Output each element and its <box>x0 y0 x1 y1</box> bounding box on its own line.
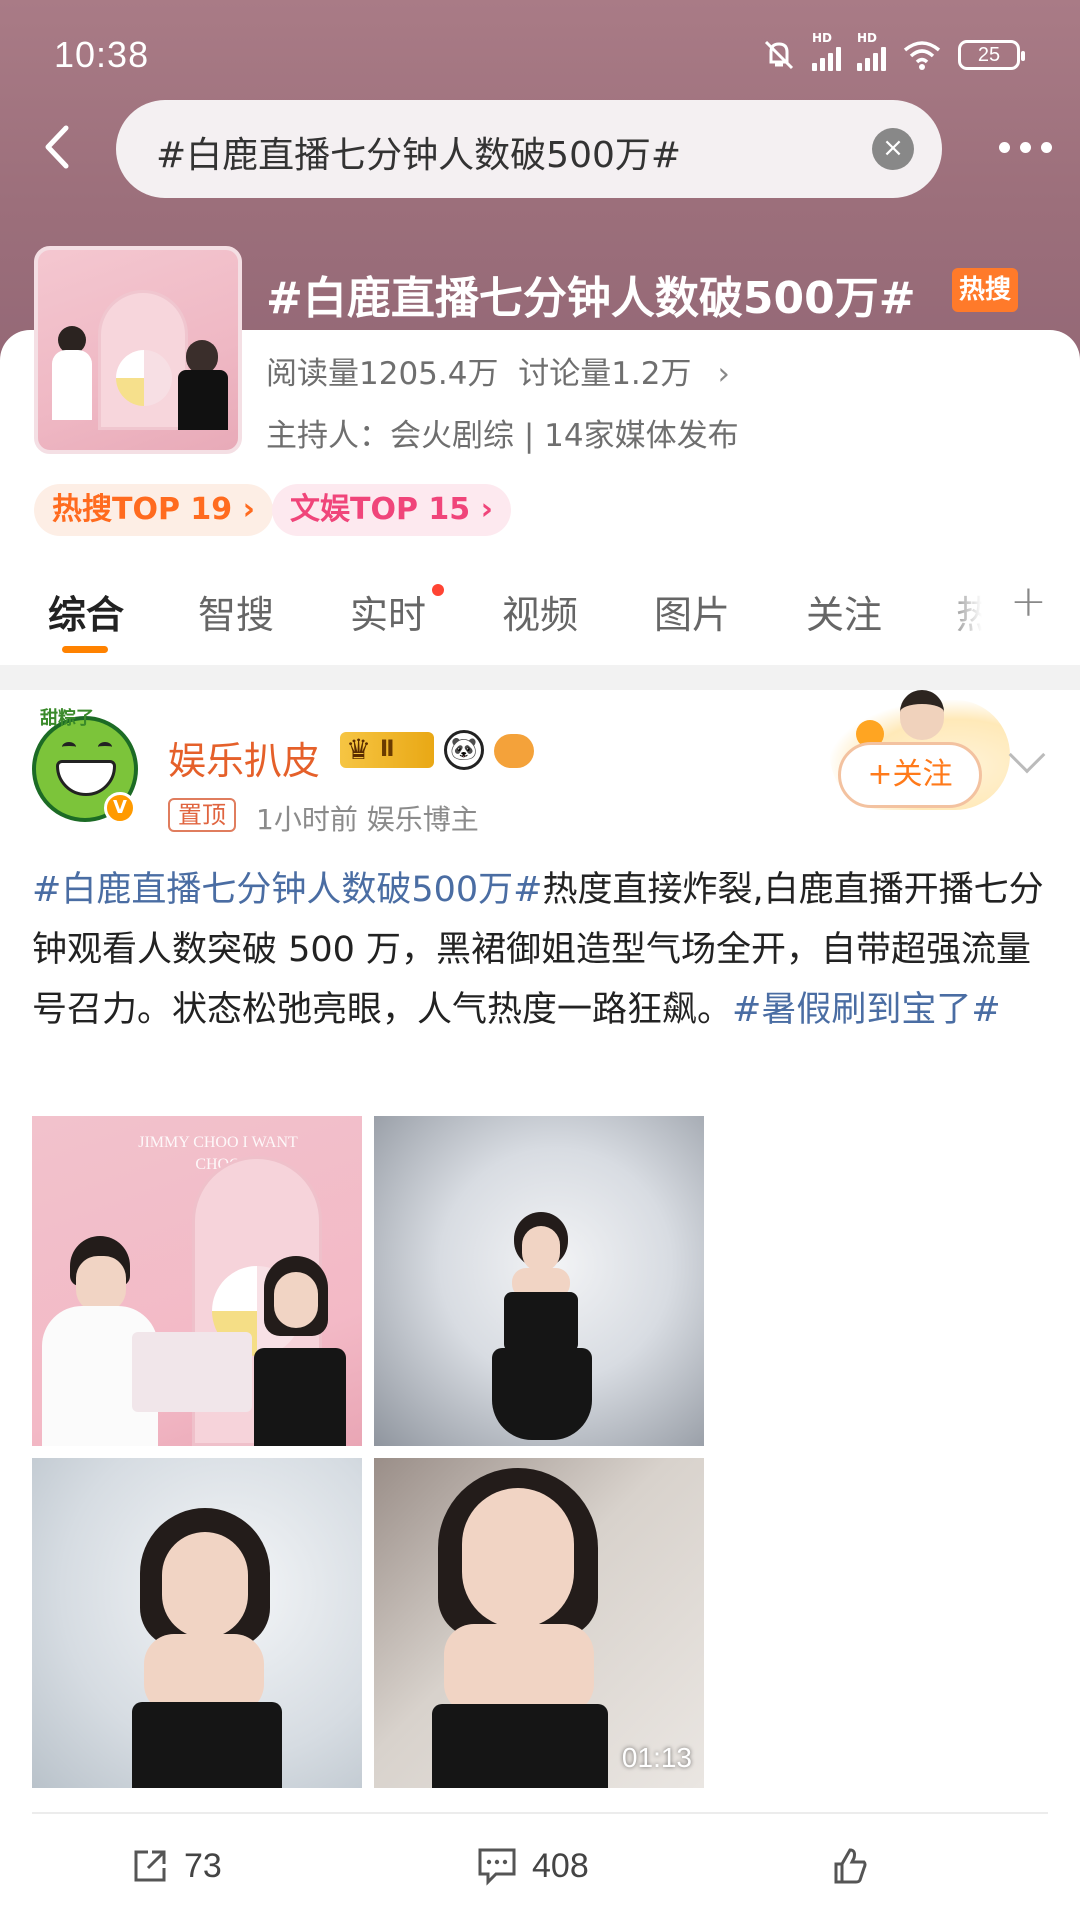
signal-icon-2: HD <box>857 31 886 71</box>
repost-button[interactable]: 73 <box>130 1846 222 1886</box>
divider <box>32 1812 1048 1814</box>
photo-livestream[interactable]: JIMMY CHOO I WANT CHOO <box>32 1116 362 1446</box>
battery-icon: 25 <box>958 40 1025 70</box>
like-icon <box>834 1848 867 1884</box>
video-duration: 01:13 <box>621 1742 692 1773</box>
wifi-icon <box>903 41 941 70</box>
panda-icon: 🐼 <box>444 730 484 770</box>
mute-icon <box>764 40 794 70</box>
active-tab-indicator <box>62 646 108 653</box>
crown-level-icon: Ⅱ <box>340 732 434 768</box>
photo-portrait[interactable] <box>32 1458 362 1788</box>
read-count: 阅读量1205.4万 <box>266 356 499 392</box>
chevron-right-icon: › <box>717 356 730 392</box>
clear-icon[interactable]: × <box>872 128 914 170</box>
video-thumbnail[interactable]: 01:13 <box>374 1458 704 1788</box>
avatar-tag: 甜粽了 <box>40 708 94 729</box>
post-actions: 73 408 <box>0 1840 1080 1900</box>
realtime-dot <box>432 584 444 596</box>
post-card: 甜粽了 V 娱乐扒皮 Ⅱ 🐼 置顶 1小时前 娱乐博主 +关注 #白鹿直播七分钟… <box>0 690 1080 1907</box>
topic-host: 主持人：会火剧综 | 14家媒体发布 <box>266 418 739 454</box>
status-bar: 10:38 HD HD 25 <box>0 0 1080 100</box>
tab-comprehensive[interactable]: 综合 <box>48 584 124 639</box>
search-input[interactable]: #白鹿直播七分钟人数破500万# × <box>116 100 942 198</box>
topic-cover-image[interactable] <box>34 246 242 454</box>
pinned-badge: 置顶 <box>168 798 236 832</box>
signal-icon: HD <box>812 31 841 71</box>
comment-button[interactable]: 408 <box>476 1846 589 1886</box>
tab-fade <box>940 560 1010 660</box>
tab-realtime[interactable]: 实时 <box>350 584 426 639</box>
chevron-down-icon[interactable] <box>1008 736 1046 774</box>
photo-black-dress[interactable] <box>374 1116 704 1446</box>
search-row: #白鹿直播七分钟人数破500万# × <box>0 100 1080 200</box>
tab-bar: 综合 智搜 实时 视频 图片 关注 热 + <box>0 560 1080 660</box>
clock: 10:38 <box>54 34 150 75</box>
topic-stats[interactable]: 阅读量1205.4万 讨论量1.2万 › <box>266 348 730 393</box>
like-button[interactable] <box>830 1846 870 1886</box>
author-name[interactable]: 娱乐扒皮 <box>168 730 320 785</box>
search-query: #白鹿直播七分钟人数破500万# <box>156 135 682 176</box>
discussion-count: 讨论量1.2万 <box>518 356 692 392</box>
hashtag-link-2[interactable]: #暑假刷到宝了# <box>732 990 1001 1030</box>
hashtag-link[interactable]: #白鹿直播七分钟人数破500万# <box>32 870 542 910</box>
post-text: #白鹿直播七分钟人数破500万#热度直接炸裂,白鹿直播开播七分钟观看人数突破 5… <box>32 860 1052 1040</box>
tab-images[interactable]: 图片 <box>654 584 730 639</box>
share-icon <box>134 1850 166 1882</box>
status-icons: HD HD 25 <box>762 31 1025 72</box>
tab-smart-search[interactable]: 智搜 <box>198 584 274 639</box>
mascot-head-icon <box>900 690 944 740</box>
hd-label-2: HD <box>857 31 878 45</box>
comment-count: 408 <box>532 1846 589 1885</box>
entertainment-rank-badge[interactable]: 文娱TOP 15 › <box>272 484 511 536</box>
tab-video[interactable]: 视频 <box>502 584 578 639</box>
hot-search-badge: 热搜 <box>952 268 1018 312</box>
fish-badge-icon <box>494 734 534 768</box>
add-tab-icon[interactable]: + <box>1010 576 1047 627</box>
more-options-icon[interactable] <box>999 142 1052 153</box>
hot-search-rank-badge[interactable]: 热搜TOP 19 › <box>34 484 273 536</box>
back-arrow-icon[interactable] <box>38 122 78 172</box>
comment-icon <box>478 1848 516 1886</box>
topic-title: #白鹿直播七分钟人数破500万# <box>266 273 916 324</box>
verified-icon: V <box>104 792 136 824</box>
hd-label: HD <box>812 31 833 45</box>
post-meta: 1小时前 娱乐博主 <box>256 803 479 836</box>
tab-following[interactable]: 关注 <box>806 584 882 639</box>
repost-count: 73 <box>184 1846 222 1885</box>
follow-button[interactable]: +关注 <box>838 742 982 808</box>
photo-grid: JIMMY CHOO I WANT CHOO 01:13 <box>32 1116 704 1788</box>
